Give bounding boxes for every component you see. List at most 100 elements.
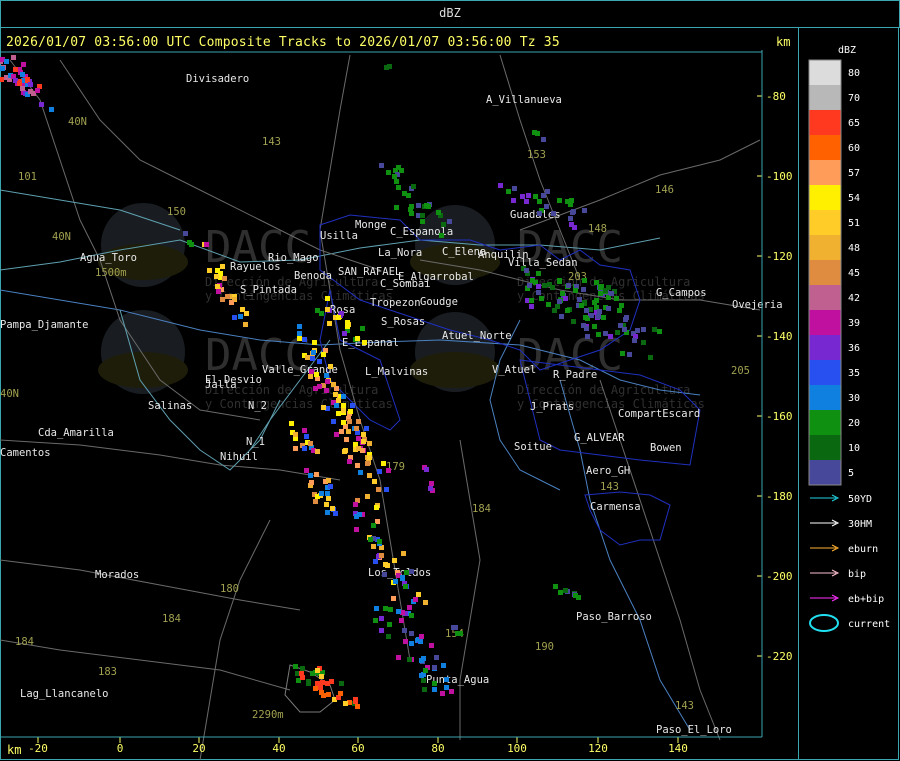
echo-cell <box>356 446 361 451</box>
place-label: CompartEscard <box>618 408 700 420</box>
echo-cell <box>379 163 384 168</box>
legend-level-label: 70 <box>848 93 860 104</box>
track-legend-label: current <box>848 619 890 630</box>
legend-swatch <box>809 385 841 410</box>
echo-cell <box>387 622 392 627</box>
echo-cell <box>357 512 362 517</box>
echo-cell <box>533 194 538 199</box>
echo-cell <box>306 681 311 686</box>
legend-swatch <box>809 210 841 235</box>
echo-cell <box>341 408 346 413</box>
echo-cell <box>325 379 330 384</box>
place-label: Lag_Llancanelo <box>20 688 109 700</box>
place-label: Carmensa <box>590 501 641 513</box>
echo-cell <box>333 511 338 516</box>
echo-cell <box>536 271 541 276</box>
echo-cell <box>308 441 313 446</box>
echo-cell <box>379 553 384 558</box>
echo-cell <box>216 289 221 294</box>
echo-cell <box>434 655 439 660</box>
echo-cell <box>225 294 230 299</box>
echo-cell <box>565 308 570 313</box>
echo-cell <box>584 308 589 313</box>
echo-cell <box>377 539 382 544</box>
echo-cell <box>362 340 367 345</box>
echo-cell <box>356 436 361 441</box>
radar-map[interactable]: DACCDirección de Agriculturay Contingenc… <box>0 0 900 761</box>
echo-cell <box>321 405 326 410</box>
echo-cell <box>547 282 552 287</box>
legend-level-label: 60 <box>848 143 860 154</box>
echo-cell <box>317 384 322 389</box>
echo-cell <box>305 355 310 360</box>
echo-cell <box>411 184 416 189</box>
echo-cell <box>314 372 319 377</box>
echo-cell <box>623 317 628 322</box>
echo-cell <box>524 268 529 273</box>
echo-cell <box>420 219 425 224</box>
legend-swatch <box>809 60 841 85</box>
echo-cell <box>635 328 640 333</box>
echo-cell <box>393 579 398 584</box>
x-axis-ticks: -20 0 20 40 60 80 100 120 140 <box>28 737 688 755</box>
place-label: Paso_Barroso <box>576 611 652 623</box>
echo-cell <box>402 628 407 633</box>
echo-cell <box>426 204 431 209</box>
echo-cell <box>444 685 449 690</box>
echo-cell <box>632 338 637 343</box>
echo-cell <box>289 421 294 426</box>
echo-cell <box>215 268 220 273</box>
echo-cell <box>302 446 307 451</box>
x-tick-label: 80 <box>431 742 444 755</box>
echo-cell <box>409 569 414 574</box>
echo-cell <box>39 102 44 107</box>
echo-cell <box>324 502 329 507</box>
echo-cell <box>498 183 503 188</box>
y-tick-label: -160 <box>766 410 793 423</box>
echo-cell <box>220 297 225 302</box>
echo-cell <box>619 303 624 308</box>
echo-cell <box>396 655 401 660</box>
echo-cell <box>569 198 574 203</box>
echo-cell <box>558 590 563 595</box>
echo-cell <box>331 419 336 424</box>
legend-level-label: 48 <box>848 243 860 254</box>
legend-level-label: 54 <box>848 193 860 204</box>
echo-cell <box>544 204 549 209</box>
place-label: N_2 <box>248 400 267 412</box>
place-label: 183 <box>98 666 117 678</box>
echo-cell <box>455 631 460 636</box>
place-label: Aero_GH <box>586 465 630 477</box>
echo-cell <box>596 332 601 337</box>
echo-cell <box>309 369 314 374</box>
place-label: Usilla <box>320 230 358 242</box>
x-tick-label: 100 <box>507 742 527 755</box>
legend-level-label: 10 <box>848 443 860 454</box>
place-label: Salinas <box>148 400 192 412</box>
echo-cell <box>542 283 547 288</box>
echo-cell <box>444 677 449 682</box>
echo-cell <box>325 510 330 515</box>
echo-cell <box>420 213 425 218</box>
echo-cell <box>299 671 304 676</box>
legend-swatch <box>809 160 841 185</box>
place-label: L_Malvinas <box>365 366 428 378</box>
place-label: Divisadero <box>186 73 249 85</box>
track-legend-label: 50YD <box>848 494 872 505</box>
echo-cell <box>428 486 433 491</box>
echo-cell <box>328 364 333 369</box>
echo-cell <box>315 681 320 686</box>
echo-cell <box>429 643 434 648</box>
x-tick-label: 140 <box>668 742 688 755</box>
echo-cell <box>506 189 511 194</box>
echo-cell <box>354 527 359 532</box>
legend-level-label: 30 <box>848 393 860 404</box>
legend-level-label: 57 <box>848 168 860 179</box>
echo-cell <box>293 664 298 669</box>
legend-swatch <box>809 110 841 135</box>
echo-cell <box>641 340 646 345</box>
echo-cell <box>439 233 444 238</box>
echo-cell <box>374 606 379 611</box>
place-label: Cda_Amarilla <box>38 427 114 439</box>
echo-cell <box>403 584 408 589</box>
